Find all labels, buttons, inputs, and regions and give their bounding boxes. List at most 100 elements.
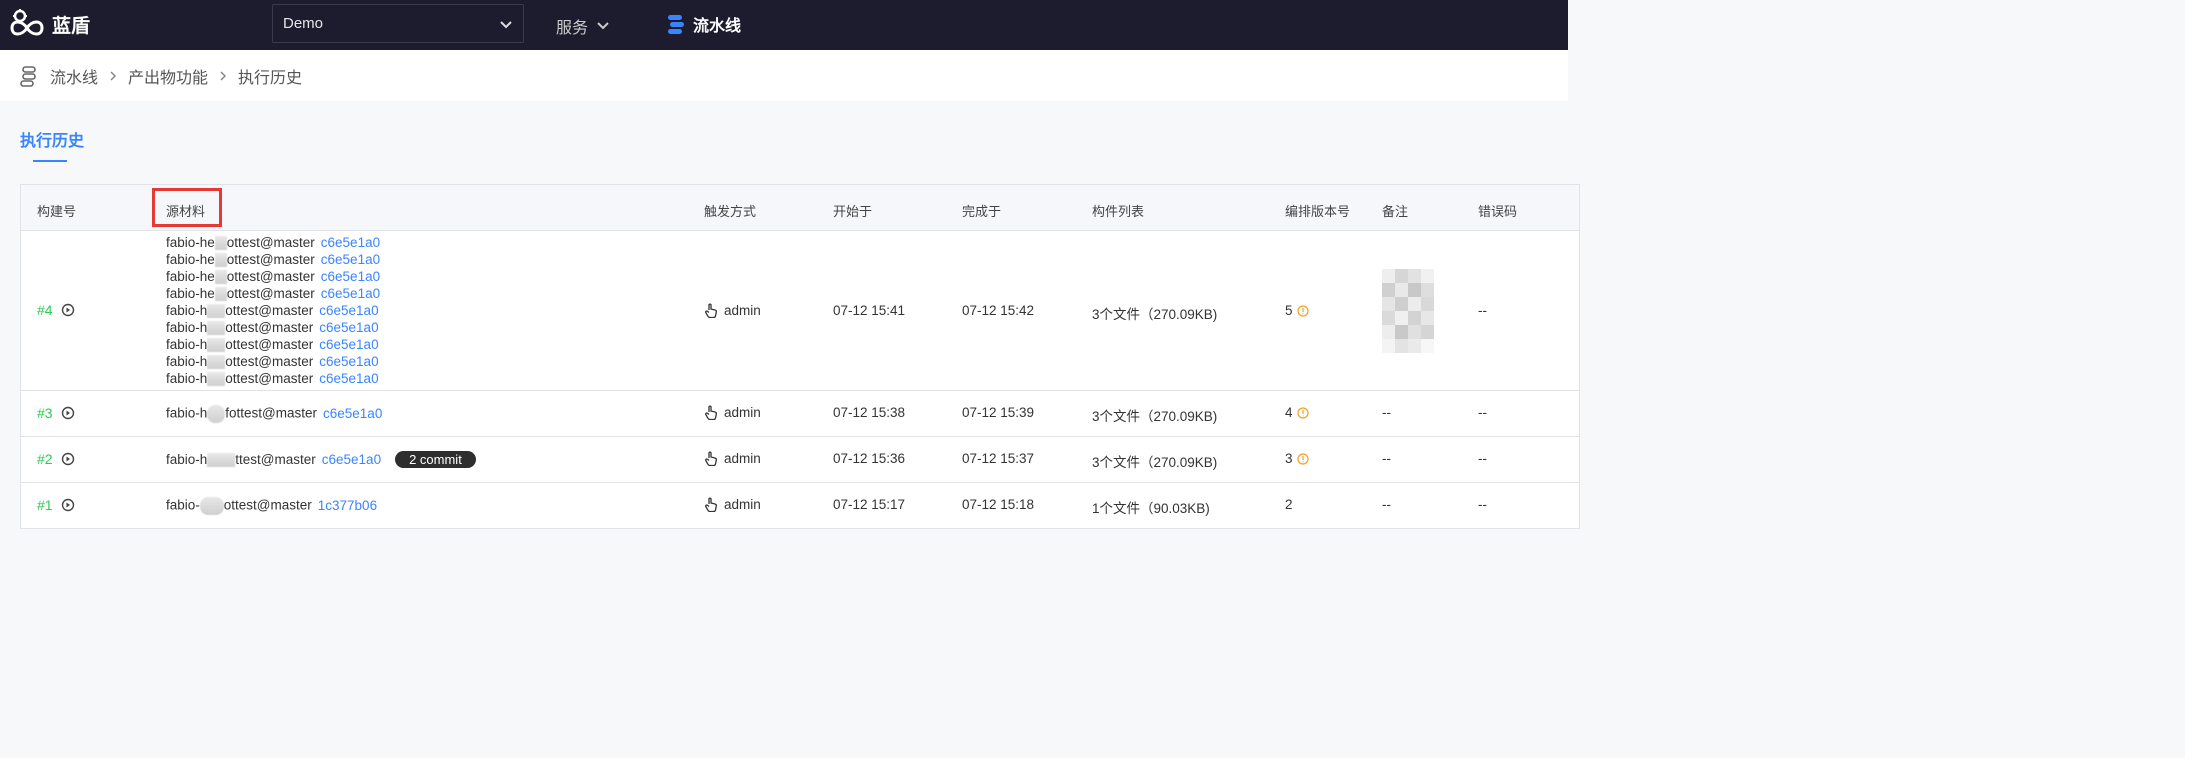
pipeline-icon [20,65,36,87]
nav-services-label: 服务 [556,20,589,37]
chevron-right-icon [218,70,228,82]
commit-hash-link[interactable]: c6e5e1a0 [319,354,378,369]
start-time: 07-12 15:36 [833,451,906,466]
source-line: fabio-ottest@master 1c377b06 [166,497,377,515]
end-time: 07-12 15:37 [962,451,1035,466]
trigger-cell: admin [704,303,761,318]
error-code: -- [1478,451,1487,466]
artifact-list-link[interactable]: 3个文件（270.09KB) [1092,451,1217,471]
error-code: -- [1478,497,1487,512]
commit-hash-link[interactable]: 1c377b06 [318,498,377,513]
table-row[interactable]: #2 fabio-h ttest@master c6e5e1a0 2 commit a… [21,437,1579,483]
pipeline-icon [668,15,684,34]
trigger-user: admin [724,497,761,512]
version-number: 2 [1285,497,1293,512]
retry-icon[interactable] [61,498,75,512]
nav-pipeline-link[interactable]: 流水线 [665,12,741,36]
commit-hash-link[interactable]: c6e5e1a0 [323,406,382,421]
commit-hash-link[interactable]: c6e5e1a0 [319,320,378,335]
source-line: fabio-h ottest@master c6e5e1a0 [166,337,379,353]
version-number: 5 [1285,303,1293,318]
error-code: -- [1478,405,1487,420]
commit-hash-link[interactable]: c6e5e1a0 [319,303,378,318]
column-header-artifacts: 构件列表 [1092,204,1145,219]
trigger-cell: admin [704,405,761,420]
trigger-user: admin [724,405,761,420]
column-header-note: 备注 [1382,204,1409,219]
source-line: fabio-he ottest@master c6e5e1a0 [166,252,381,268]
breadcrumb: 流水线 产出物功能 执行历史 [0,50,1568,101]
chevron-down-icon [597,22,609,30]
build-number: #4 [37,302,53,318]
info-icon[interactable] [1296,452,1309,465]
start-time: 07-12 15:17 [833,497,906,512]
version-cell: 2 [1285,497,1293,512]
top-navigation-bar: 蓝盾 Demo 服务 流水线 [0,0,1568,50]
start-time: 07-12 15:38 [833,405,906,420]
commit-count-badge[interactable]: 2 commit [395,451,476,468]
version-cell: 3 [1285,451,1309,466]
retry-icon[interactable] [61,303,75,317]
trigger-cell: admin [704,451,761,466]
note: -- [1382,497,1391,512]
info-icon[interactable] [1296,304,1309,317]
commit-hash-link[interactable]: c6e5e1a0 [321,269,380,284]
build-number-link[interactable]: #1 [37,497,75,513]
hand-pointer-icon [705,451,717,466]
column-header-build: 构建号 [37,204,77,219]
breadcrumb-pipeline-name[interactable]: 产出物功能 [128,64,208,88]
hand-pointer-icon [705,405,717,420]
artifact-list-link[interactable]: 3个文件（270.09KB) [1092,303,1217,323]
tab-execution-history[interactable]: 执行历史 [20,127,84,151]
version-cell: 4 [1285,405,1309,420]
start-time: 07-12 15:41 [833,303,906,318]
source-line: fabio-he ottest@master c6e5e1a0 [166,235,381,251]
retry-icon[interactable] [61,406,75,420]
commit-hash-link[interactable]: c6e5e1a0 [319,337,378,352]
artifact-list-link[interactable]: 1个文件（90.03KB) [1092,497,1210,517]
version-cell: 5 [1285,303,1309,318]
end-time: 07-12 15:18 [962,497,1035,512]
artifact-list-link[interactable]: 3个文件（270.09KB) [1092,405,1217,425]
table-row[interactable]: #4 fabio-he ottest@master c6e5e1a0 fabio-h… [21,231,1579,391]
breadcrumb-pipeline[interactable]: 流水线 [50,64,98,88]
bluekin-logo-icon [10,9,44,36]
hand-pointer-icon [705,303,717,318]
hand-pointer-icon [705,497,717,512]
tab-active-indicator [33,160,67,162]
end-time: 07-12 15:39 [962,405,1035,420]
nav-pipeline-label: 流水线 [693,18,742,35]
note: -- [1382,405,1391,420]
version-number: 3 [1285,451,1293,466]
brand-logo[interactable]: 蓝盾 [8,8,90,40]
highlight-box [152,188,222,227]
source-line: fabio-he ottest@master c6e5e1a0 [166,286,381,302]
source-line: fabio-h ttest@master c6e5e1a0 2 commit [166,451,476,468]
info-icon[interactable] [1296,406,1309,419]
trigger-cell: admin [704,497,761,512]
build-number-link[interactable]: #3 [37,405,75,421]
column-header-end: 完成于 [962,204,1002,219]
end-time: 07-12 15:42 [962,303,1035,318]
commit-hash-link[interactable]: c6e5e1a0 [321,286,380,301]
trigger-user: admin [724,303,761,318]
build-number: #2 [37,451,53,467]
build-number: #1 [37,497,53,513]
table-row[interactable]: #3 fabio-h fottest@master c6e5e1a0 admin 0… [21,391,1579,437]
error-code: -- [1478,303,1487,318]
project-select[interactable]: Demo [272,4,524,43]
build-number-link[interactable]: #4 [37,302,75,318]
retry-icon[interactable] [61,452,75,466]
column-header-trigger: 触发方式 [704,204,757,219]
source-line: fabio-h ottest@master c6e5e1a0 [166,320,379,336]
commit-hash-link[interactable]: c6e5e1a0 [322,452,381,467]
build-number-link[interactable]: #2 [37,451,75,467]
commit-hash-link[interactable]: c6e5e1a0 [319,371,378,386]
redacted-note-image [1382,269,1434,353]
commit-hash-link[interactable]: c6e5e1a0 [321,252,380,267]
build-number: #3 [37,405,53,421]
source-line: fabio-he ottest@master c6e5e1a0 [166,269,381,285]
table-row[interactable]: #1 fabio-ottest@master 1c377b06 admin 07-… [21,483,1579,529]
nav-services-menu[interactable]: 服务 [556,14,610,38]
commit-hash-link[interactable]: c6e5e1a0 [321,235,380,250]
